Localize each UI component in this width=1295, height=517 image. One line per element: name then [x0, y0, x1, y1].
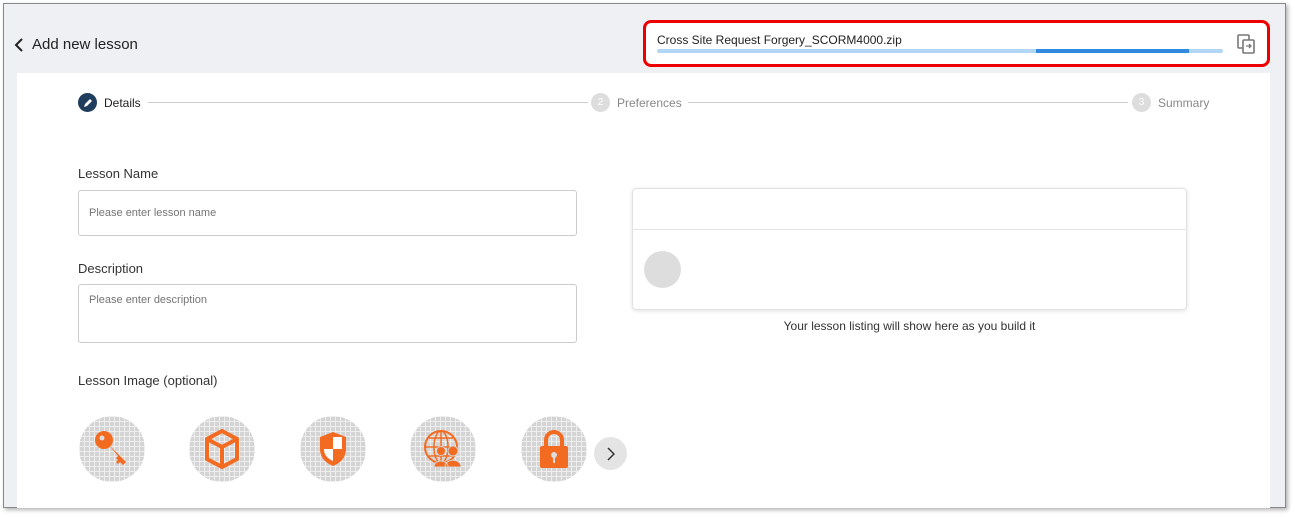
step-summary[interactable]: 3 Summary	[1132, 93, 1216, 112]
description-input[interactable]	[78, 284, 577, 343]
image-option-globe-users[interactable]	[410, 416, 476, 482]
key-icon	[95, 431, 126, 465]
back-button[interactable]: Add new lesson	[14, 36, 138, 53]
lesson-preview-card	[632, 188, 1187, 310]
upload-progress-card: Cross Site Request Forgery_SCORM4000.zip	[643, 20, 1270, 67]
chevron-right-icon	[606, 446, 615, 461]
image-option-cube[interactable]	[189, 416, 255, 482]
step-preferences[interactable]: 2 Preferences	[591, 93, 688, 112]
lesson-name-label: Lesson Name	[78, 166, 159, 181]
step-number: 2	[591, 93, 610, 112]
pencil-icon	[78, 93, 97, 112]
image-option-key[interactable]	[79, 416, 145, 482]
preview-hint: Your lesson listing will show here as yo…	[783, 319, 1036, 333]
copy-icon[interactable]	[1237, 34, 1255, 54]
description-label: Description	[78, 261, 144, 276]
chevron-left-icon	[14, 37, 23, 52]
page-title: Add new lesson	[32, 36, 138, 53]
divider	[633, 229, 1186, 230]
step-connector	[688, 102, 1128, 103]
step-details[interactable]: Details	[78, 93, 147, 112]
shield-icon	[320, 432, 346, 466]
upload-progress-bar	[657, 49, 1223, 53]
image-option-shield[interactable]	[300, 416, 366, 482]
next-images-button[interactable]	[594, 437, 627, 470]
lesson-name-input[interactable]	[78, 190, 577, 236]
step-label: Summary	[1158, 95, 1210, 110]
lesson-image-label: Lesson Image (optional)	[78, 373, 218, 388]
upload-progress-fill	[1036, 49, 1190, 53]
cube-icon	[205, 429, 239, 469]
step-label: Preferences	[617, 95, 682, 110]
step-number: 3	[1132, 93, 1151, 112]
step-connector	[148, 102, 588, 103]
image-option-padlock[interactable]	[521, 416, 587, 482]
globe-users-icon	[424, 430, 462, 468]
step-label: Details	[104, 95, 141, 110]
upload-file-name: Cross Site Request Forgery_SCORM4000.zip	[657, 33, 902, 47]
stepper: Details 2 Preferences 3 Summary	[78, 93, 1216, 113]
avatar-placeholder	[644, 251, 681, 288]
padlock-icon	[540, 430, 568, 468]
